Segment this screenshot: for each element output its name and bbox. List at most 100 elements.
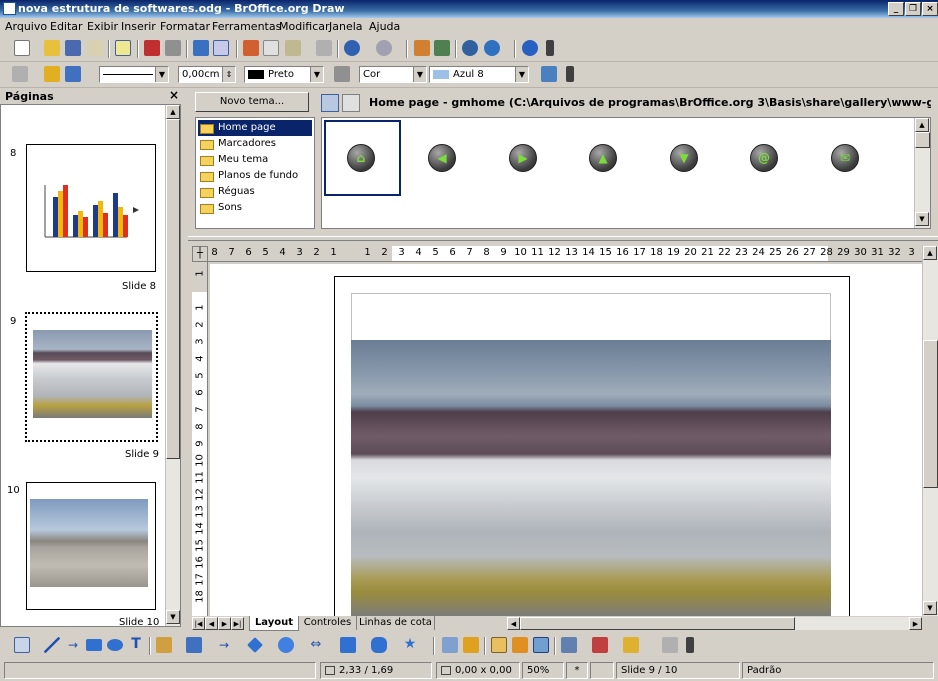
- scroll-up-icon[interactable]: ▲: [166, 105, 180, 119]
- curve-tool-icon[interactable]: [156, 637, 172, 653]
- text-tool-icon[interactable]: T: [128, 636, 144, 652]
- shadow-icon[interactable]: [541, 66, 557, 82]
- mail-icon[interactable]: ✉: [831, 144, 859, 172]
- scroll-up-icon[interactable]: ▲: [915, 118, 929, 132]
- close-pane-icon[interactable]: ×: [169, 88, 179, 102]
- slide-thumbnail-9[interactable]: [25, 312, 158, 442]
- lines-arrows-icon[interactable]: →: [216, 637, 232, 653]
- help-icon[interactable]: [522, 40, 538, 56]
- clone-formatting-icon[interactable]: [316, 40, 332, 56]
- menu-editar[interactable]: Editar: [50, 20, 83, 33]
- drawing-canvas[interactable]: [210, 264, 922, 616]
- next-tab-icon[interactable]: ▶: [218, 617, 231, 630]
- align-icon[interactable]: [592, 637, 608, 653]
- arrow-right-icon[interactable]: ▶: [509, 144, 537, 172]
- save-icon[interactable]: [65, 40, 81, 56]
- toolbar-overflow-icon[interactable]: [686, 637, 694, 653]
- menu-arquivo[interactable]: Arquivo: [5, 20, 47, 33]
- cut-icon[interactable]: [243, 40, 259, 56]
- export-pdf-icon[interactable]: [144, 40, 160, 56]
- hyperlink-icon[interactable]: [434, 40, 450, 56]
- menu-formatar[interactable]: Formatar: [160, 20, 210, 33]
- copy-icon[interactable]: [263, 40, 279, 56]
- toolbar-overflow-icon[interactable]: [566, 66, 574, 82]
- extrusion-icon[interactable]: [662, 637, 678, 653]
- symbol-shapes-icon[interactable]: [278, 637, 294, 653]
- scroll-up-icon[interactable]: ▲: [923, 246, 937, 260]
- pages-scrollbar[interactable]: ▲ ▼: [165, 105, 180, 626]
- close-button[interactable]: ×: [922, 2, 938, 16]
- canvas-vertical-scrollbar[interactable]: ▲ ▼: [922, 246, 938, 616]
- menu-janela[interactable]: Janela: [329, 20, 363, 33]
- theme-item-sons[interactable]: Sons: [198, 200, 312, 216]
- menu-modificar[interactable]: Modificar: [279, 20, 330, 33]
- scroll-thumb[interactable]: [166, 119, 180, 459]
- tab-linhas-de-cota[interactable]: Linhas de cota: [357, 616, 435, 630]
- ellipse-tool-icon[interactable]: [107, 639, 123, 651]
- tab-controles[interactable]: Controles: [299, 616, 357, 630]
- arrow-down-icon[interactable]: ▼: [670, 144, 698, 172]
- title-placeholder[interactable]: [351, 293, 831, 343]
- stars-icon[interactable]: ★: [402, 636, 418, 652]
- line-tool-icon[interactable]: [44, 637, 60, 653]
- autospellcheck-icon[interactable]: [213, 40, 229, 56]
- gallery-scrollbar[interactable]: ▲ ▼: [914, 118, 930, 228]
- slide-thumbnail-10[interactable]: [26, 482, 156, 610]
- scroll-down-icon[interactable]: ▼: [915, 212, 929, 226]
- block-arrows-icon[interactable]: ⇔: [308, 637, 324, 653]
- gallery-toggle-icon[interactable]: [533, 637, 549, 653]
- menu-ajuda[interactable]: Ajuda: [369, 20, 400, 33]
- open-folder-icon[interactable]: [44, 40, 60, 56]
- select-icon[interactable]: [14, 637, 30, 653]
- line-icon[interactable]: [44, 66, 60, 82]
- print-icon[interactable]: [165, 40, 181, 56]
- arrow-up-icon[interactable]: ▲: [589, 144, 617, 172]
- icon-view-icon[interactable]: [321, 94, 339, 112]
- new-theme-button[interactable]: Novo tema...: [195, 92, 309, 112]
- undo-icon[interactable]: [344, 40, 360, 56]
- styles-icon[interactable]: [12, 66, 28, 82]
- menu-inserir[interactable]: Inserir: [121, 20, 156, 33]
- theme-item-meu-tema[interactable]: Meu tema: [198, 152, 312, 168]
- navigator-icon[interactable]: [462, 40, 478, 56]
- flowchart-icon[interactable]: [340, 637, 356, 653]
- status-modified[interactable]: *: [566, 662, 588, 679]
- theme-item-marcadores[interactable]: Marcadores: [198, 136, 312, 152]
- theme-item-planos-de-fundo[interactable]: Planos de fundo: [198, 168, 312, 184]
- last-tab-icon[interactable]: ▶|: [231, 617, 244, 630]
- landscape-photo[interactable]: [351, 340, 831, 616]
- line-color-select[interactable]: Preto ▼: [244, 66, 324, 83]
- paste-icon[interactable]: [285, 40, 301, 56]
- redo-icon[interactable]: [376, 40, 392, 56]
- scroll-down-icon[interactable]: ▼: [923, 601, 937, 615]
- email-icon[interactable]: [87, 40, 103, 56]
- arrow-tool-icon[interactable]: →: [65, 637, 81, 653]
- horizontal-ruler[interactable]: 8 7 6 5 4 3 2 1 1 2 3 4 5 6 7 8 9 10 11 12 13 14 15 16 17 18 19 20 2…: [208, 246, 922, 262]
- minimize-button[interactable]: _: [888, 2, 904, 16]
- restore-button[interactable]: ❐: [905, 2, 921, 16]
- first-tab-icon[interactable]: |◀: [192, 617, 205, 630]
- scroll-down-icon[interactable]: ▼: [166, 610, 180, 624]
- status-signature[interactable]: [590, 662, 614, 679]
- zoom-icon[interactable]: [484, 40, 500, 56]
- vertical-ruler[interactable]: 1 1 2 3 4 5 6 7 8 9 10 11 12 13 14 15 16 17 18: [192, 262, 208, 616]
- menu-ferramentas[interactable]: Ferramentas: [212, 20, 281, 33]
- area-color-select[interactable]: Azul 8 ▼: [429, 66, 529, 83]
- chart-icon[interactable]: [414, 40, 430, 56]
- arrow-style-icon[interactable]: [65, 66, 81, 82]
- points-icon[interactable]: [442, 637, 458, 653]
- scroll-thumb[interactable]: [520, 617, 795, 630]
- glue-points-icon[interactable]: [463, 637, 479, 653]
- at-sign-icon[interactable]: @: [750, 144, 778, 172]
- scroll-left-icon[interactable]: ◀: [507, 617, 520, 630]
- home-icon[interactable]: ⌂: [347, 144, 375, 172]
- rectangle-tool-icon[interactable]: [86, 639, 102, 651]
- area-icon[interactable]: [334, 66, 350, 82]
- ruler-corner-icon[interactable]: ┼: [192, 246, 208, 262]
- theme-item-reguas[interactable]: Réguas: [198, 184, 312, 200]
- basic-shapes-icon[interactable]: [247, 637, 263, 653]
- scroll-thumb[interactable]: [915, 132, 930, 148]
- connector-tool-icon[interactable]: [186, 637, 202, 653]
- gallery-splitter[interactable]: [188, 236, 938, 241]
- scroll-thumb[interactable]: [923, 340, 938, 488]
